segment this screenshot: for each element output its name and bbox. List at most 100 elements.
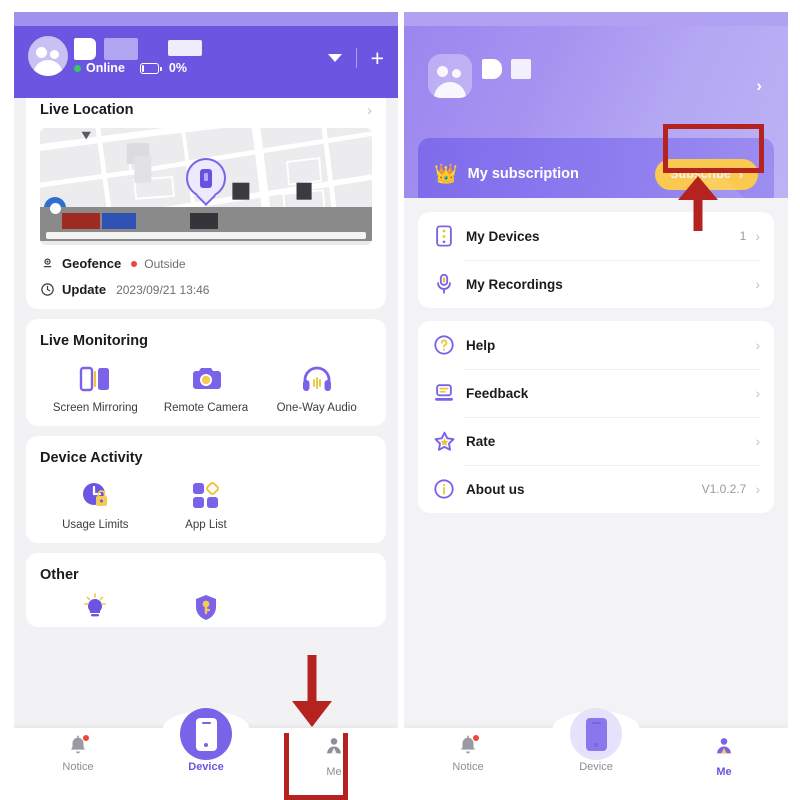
avatar[interactable] [28,36,68,76]
phone-icon[interactable] [570,708,622,760]
right-tab-bar: Notice Device Me [404,708,788,788]
avatar[interactable] [428,54,472,98]
geofence-label: Geofence [62,256,122,271]
crown-icon: 👑 [434,164,458,185]
menu-item-value: V1.0.2.7 [701,482,747,496]
profile-name-redacted [482,59,531,79]
bell-icon [457,734,480,757]
device-activity-title: Device Activity [40,450,143,466]
feature-label: Remote Camera [163,402,249,414]
chevron-right-icon: › [755,337,760,353]
left-tab-bar: Notice Device Me [14,708,398,788]
menu-item-about-us[interactable]: About us V1.0.2.7 › [432,465,760,513]
chevron-right-icon: › [755,481,760,497]
left-status-band [14,12,398,26]
menu-item-label: Help [466,337,496,353]
update-label: Update [62,282,107,297]
feature-spacer [261,593,372,627]
menu-item-label: About us [466,481,525,497]
menu-item-label: Feedback [466,385,529,401]
tab-notice[interactable]: Notice [404,734,532,773]
person-icon [323,735,345,762]
tab-label: Device [188,761,224,773]
feature-screen-mirroring[interactable]: Screen Mirroring [40,363,151,414]
map-preview[interactable] [40,128,372,245]
tab-me[interactable]: Me [660,735,788,778]
clock-lock-icon [80,480,110,510]
plus-icon[interactable]: + [371,47,384,70]
update-value: 2023/09/21 13:46 [116,282,210,297]
chevron-right-icon: › [755,433,760,449]
redaction-block [104,38,138,60]
feedback-icon [432,381,456,405]
screen-mirroring-icon [78,363,112,393]
device-activity-card: Device Activity Usage Limits App List [26,436,386,543]
feature-label: Usage Limits [62,519,129,531]
redaction-block [511,59,531,79]
menu-item-my-recordings[interactable]: My Recordings › [432,260,760,308]
feature-find-kids[interactable]: Find Kids [40,593,151,627]
address-redaction-bar [40,207,372,241]
question-circle-icon [432,333,456,357]
chevron-right-icon[interactable]: › [756,76,762,96]
right-menu-body: My Devices 1 › My Recordings › Help › Fe… [404,198,788,788]
tab-label: Device [579,761,613,773]
device-icon [432,224,456,248]
geofence-status-dot [131,260,138,267]
star-icon [432,429,456,453]
live-location-title: Live Location [40,102,134,118]
tab-label: Me [326,766,342,778]
live-monitoring-title: Live Monitoring [40,333,148,349]
chevron-right-icon: › [755,385,760,401]
tab-notice[interactable]: Notice [14,734,142,773]
right-status-band [404,12,788,26]
avatar-body [33,60,63,76]
feature-spacer [261,480,372,531]
headphones-icon [301,363,333,393]
chevron-right-icon[interactable]: › [367,103,372,118]
feature-remote-camera[interactable]: Remote Camera [151,363,262,414]
right-phone-screen: › 👑 My subscription Subscribe › My Devic… [404,12,788,788]
menu-item-my-devices[interactable]: My Devices 1 › [432,212,760,260]
info-circle-icon [432,477,456,501]
feature-guard[interactable]: Guard [151,593,262,627]
battery-icon [139,62,162,74]
feature-one-way-audio[interactable]: One-Way Audio [261,363,372,414]
online-status-label: Online [86,61,125,75]
right-header: › 👑 My subscription Subscribe › [404,26,788,210]
phone-icon[interactable] [180,708,232,760]
redaction-block [74,38,96,60]
account-group: My Devices 1 › My Recordings › [418,212,774,308]
feature-app-list[interactable]: App List [151,480,262,531]
other-title: Other [40,567,79,583]
chevron-right-icon: › [738,166,743,182]
tab-device[interactable]: Device [532,708,660,773]
tab-label: Notice [452,761,484,773]
microphone-icon [432,272,456,296]
avatar-head-left [36,47,47,58]
feature-label: One-Way Audio [276,402,357,414]
chevron-right-icon: › [755,228,760,244]
subscription-label: My subscription [467,166,579,182]
device-location-pin[interactable] [186,158,226,198]
chevron-down-icon[interactable] [327,54,342,62]
avatar-head-right [50,50,59,59]
redaction-block [482,59,502,79]
battery-percent: 0% [168,61,187,75]
geofence-icon [43,258,52,268]
header-divider [355,48,357,68]
live-location-card[interactable]: Live Location › Geofence Outside Update … [26,88,386,309]
online-status-dot [74,64,81,72]
live-monitoring-card: Live Monitoring Screen Mirroring Remote … [26,319,386,426]
menu-item-rate[interactable]: Rate › [432,417,760,465]
tab-me[interactable]: Me [270,735,398,778]
tab-device[interactable]: Device [142,708,270,773]
feature-usage-limits[interactable]: Usage Limits [40,480,151,531]
notice-badge [82,734,90,742]
menu-item-help[interactable]: Help › [432,321,760,369]
other-card: Other Find Kids [26,553,386,627]
menu-item-feedback[interactable]: Feedback › [432,369,760,417]
lightbulb-icon [80,593,110,623]
left-scroll-body: Live Location › Geofence Outside Update … [14,88,398,627]
chevron-right-icon: › [755,276,760,292]
